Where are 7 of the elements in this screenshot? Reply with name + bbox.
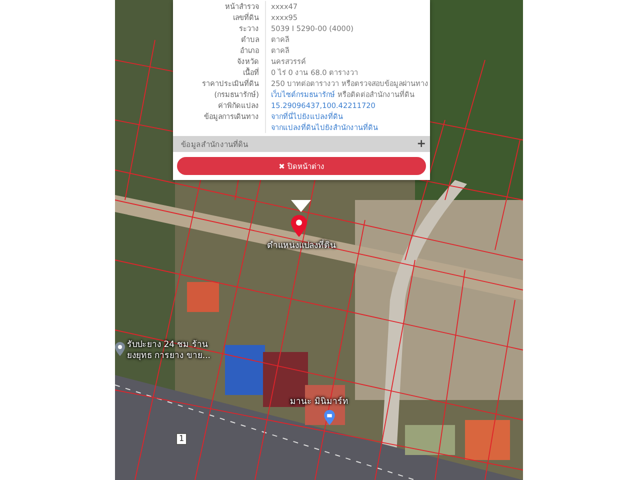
location-pin-icon[interactable] [115, 342, 125, 356]
map-pin-icon[interactable] [291, 215, 307, 237]
road-shield: 1 [176, 433, 188, 445]
shopping-bag-pin-icon[interactable] [324, 410, 335, 425]
popup-pointer [291, 200, 311, 212]
place-label: มานะ มินิมาร์ท [290, 397, 349, 408]
expand-toggle: + [416, 138, 426, 150]
